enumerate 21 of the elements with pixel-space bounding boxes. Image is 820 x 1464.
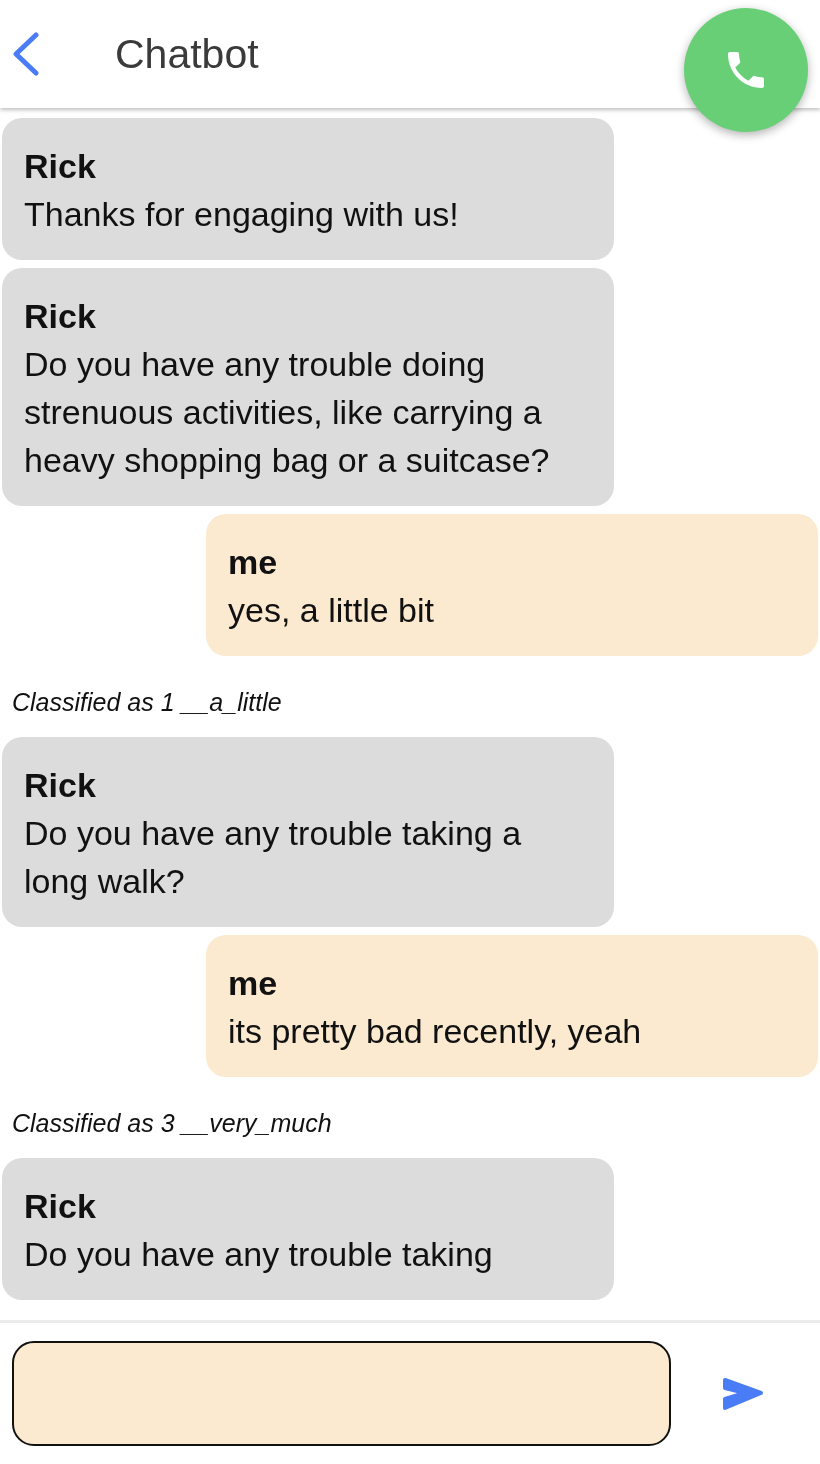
send-button[interactable] xyxy=(721,1375,765,1412)
sender-name: Rick xyxy=(24,296,97,337)
message-text: Do you have any trouble taking xyxy=(24,1234,494,1275)
message-text: Do you have any trouble taking a long walk? xyxy=(24,813,523,902)
sender-name: Rick xyxy=(24,146,97,187)
back-button[interactable] xyxy=(10,30,42,78)
send-icon xyxy=(721,1375,765,1412)
chat-title: Chatbot xyxy=(115,30,259,78)
sender-name: me xyxy=(228,963,279,1004)
sender-name: Rick xyxy=(24,765,97,806)
message-text: its pretty bad recently, yeah xyxy=(228,1011,643,1052)
sender-name: me xyxy=(228,542,279,583)
call-button[interactable] xyxy=(684,8,808,132)
message-text: Thanks for engaging with us! xyxy=(24,194,460,235)
sender-name: Rick xyxy=(24,1186,97,1227)
message-input[interactable] xyxy=(12,1341,671,1446)
classification-note: Classified as 3 __very_much xyxy=(11,1108,333,1139)
classification-note: Classified as 1 __a_little xyxy=(11,687,283,718)
message-text: yes, a little bit xyxy=(228,590,435,631)
message-text: Do you have any trouble doing strenuous activities, like carrying a heavy shopping bag or a suitcase? xyxy=(24,344,551,481)
chevron-left-icon xyxy=(12,32,40,76)
